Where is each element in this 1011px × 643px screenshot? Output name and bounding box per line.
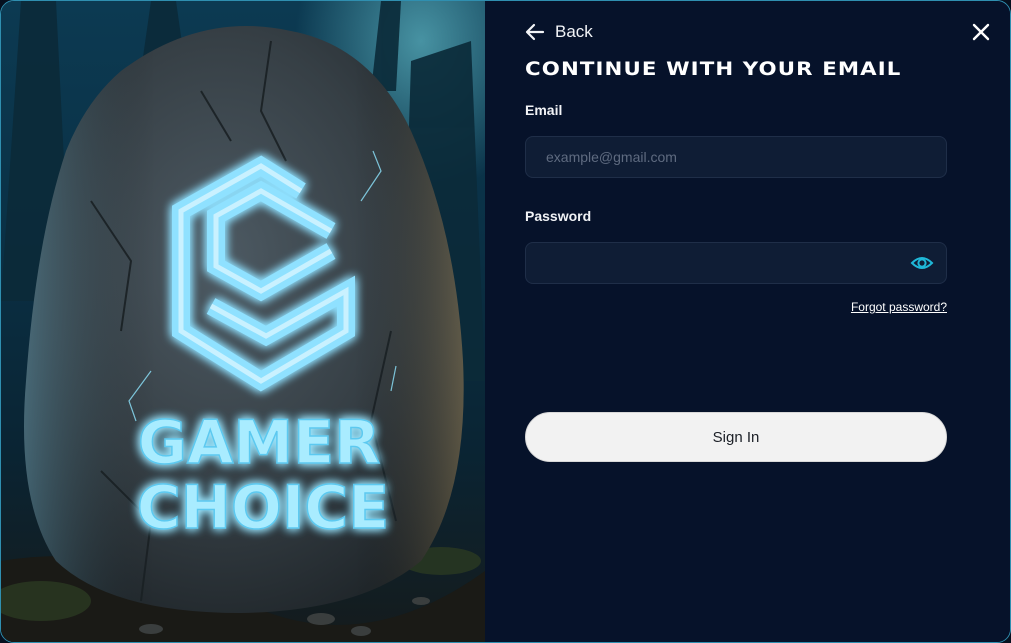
rock-logo-illustration: GAMER CHOICE: [1, 1, 485, 642]
form-heading: CONTINUE WITH YOUR EMAIL: [525, 58, 902, 80]
sign-in-modal: GAMER CHOICE Back CONTINUE WITH YOUR EMA…: [0, 0, 1011, 643]
close-icon: [972, 23, 990, 41]
close-button[interactable]: [970, 21, 992, 43]
back-label: Back: [555, 22, 593, 41]
password-input[interactable]: [525, 242, 947, 284]
logo-text-line1: GAMER: [138, 408, 381, 478]
email-label: Email: [525, 102, 563, 118]
password-label: Password: [525, 208, 592, 224]
email-input[interactable]: [525, 136, 947, 178]
gamer-choice-artwork: GAMER CHOICE: [1, 1, 485, 642]
sign-in-button[interactable]: Sign In: [525, 412, 947, 462]
back-button[interactable]: Back: [525, 19, 593, 45]
eye-icon[interactable]: [910, 252, 934, 274]
arrow-left-icon: [525, 23, 545, 41]
logo-text-line2: CHOICE: [137, 473, 390, 543]
sign-in-form-panel: Back CONTINUE WITH YOUR EMAIL Email Pass…: [485, 1, 1010, 642]
forgot-password-link[interactable]: Forgot password?: [851, 300, 947, 314]
